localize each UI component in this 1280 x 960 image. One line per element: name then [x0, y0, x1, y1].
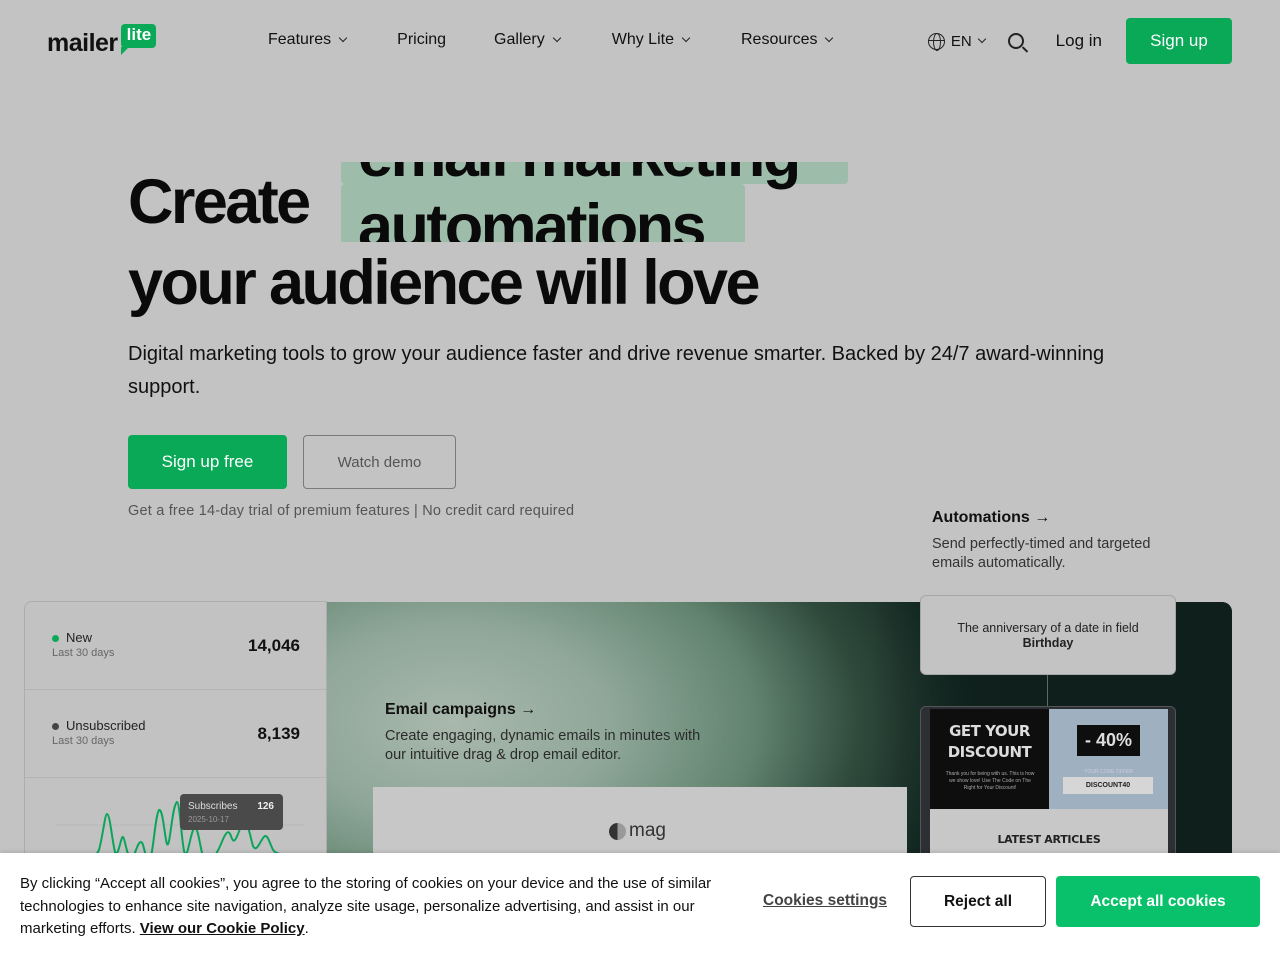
globe-icon [927, 32, 945, 51]
status-dot [52, 635, 59, 642]
top-navigation: mailer lite Features Pricing Gallery Why… [0, 0, 1280, 82]
menu-resources-label: Resources [740, 31, 818, 48]
automation-trigger-card: The anniversary of a date in field Birth… [920, 595, 1176, 675]
cookie-text: By clicking “Accept all cookies”, you ag… [20, 875, 712, 937]
discount-panel: GET YOUR DISCOUNT Thank you for being wi… [930, 709, 1049, 809]
tooltip-label: Subscribes [188, 801, 238, 812]
chevron-down-icon [977, 34, 986, 44]
login-link[interactable]: Log in [1056, 31, 1102, 51]
tooltip-date: 2025-10-17 [188, 815, 229, 824]
automations-link[interactable]: Automations → [932, 509, 1050, 527]
stat-label: Unsubscribed [66, 718, 146, 733]
email-campaigns-description: Create engaging, dynamic emails in minut… [385, 728, 701, 763]
menu-why-lite-label: Why Lite [611, 31, 674, 48]
automation-connector [1047, 675, 1048, 707]
rotating-headline: email marketing automations [341, 162, 861, 242]
mag-logo: mag [609, 820, 666, 842]
nav-actions: EN Log in Sign up [927, 18, 1232, 64]
watch-demo-button[interactable]: Watch demo [303, 435, 456, 489]
automations-description: Send perfectly-timed and targeted emails… [932, 536, 1151, 571]
rotating-word: automations [358, 192, 707, 243]
logo-wordmark: mailer [47, 29, 118, 57]
search-icon[interactable] [1007, 33, 1024, 49]
stat-row-unsubscribed: Unsubscribed Last 30 days 8,139 [25, 690, 326, 778]
menu-resources[interactable]: Resources [740, 29, 834, 51]
headline-create: Create [128, 167, 311, 237]
trial-note: Get a free 14-day trial of premium featu… [128, 503, 575, 519]
stat-period: Last 30 days [52, 735, 115, 747]
menu-features[interactable]: Features [268, 29, 348, 51]
mailerlite-logo[interactable]: mailer lite [47, 20, 157, 60]
trigger-field: Birthday [1022, 636, 1074, 650]
cookie-policy-link[interactable]: View our Cookie Policy [140, 920, 305, 937]
stat-value: 8,139 [257, 724, 300, 743]
discount-percent: - 40% [1077, 725, 1140, 756]
headline-end: your audience will love [128, 248, 761, 318]
email-campaigns-link[interactable]: Email campaigns → [385, 701, 536, 719]
menu-gallery-label: Gallery [494, 31, 545, 48]
reject-all-button[interactable]: Reject all [910, 876, 1046, 927]
chevron-down-icon [552, 33, 561, 43]
language-label: EN [950, 32, 972, 50]
menu-features-label: Features [268, 31, 332, 48]
discount-headline: GET YOUR DISCOUNT [947, 722, 1032, 761]
stat-value: 14,046 [248, 636, 300, 655]
accept-all-cookies-button[interactable]: Accept all cookies [1056, 876, 1260, 927]
stat-row-new: New Last 30 days 14,046 [25, 602, 326, 690]
menu-why-lite[interactable]: Why Lite [611, 29, 691, 51]
signup-button[interactable]: Sign up [1126, 18, 1232, 64]
status-dot [52, 723, 59, 730]
code-label: YOUR CODE OFFER [1084, 769, 1133, 775]
discount-code: DISCOUNT40 [1063, 777, 1153, 794]
chevron-down-icon [338, 33, 348, 43]
logo-badge: lite [120, 24, 157, 55]
chart-tooltip: Subscribes 126 2025-10-17 [180, 794, 283, 830]
trigger-text: The anniversary of a date in field [957, 621, 1139, 635]
mag-logo-icon [609, 822, 626, 840]
hero-subtitle: Digital marketing tools to grow your aud… [128, 343, 1105, 398]
stat-period: Last 30 days [52, 647, 115, 659]
cookie-message: By clicking “Accept all cookies”, you ag… [20, 873, 740, 941]
cookie-period: . [304, 920, 309, 937]
cookie-banner: By clicking “Accept all cookies”, you ag… [0, 853, 1280, 960]
menu-pricing[interactable]: Pricing [397, 29, 446, 51]
tooltip-value: 126 [257, 801, 274, 812]
rotating-word-prev: email marketing [358, 162, 801, 187]
cookies-settings-link[interactable]: Cookies settings [763, 892, 887, 910]
language-selector[interactable]: EN [927, 32, 986, 51]
offer-panel: - 40% YOUR CODE OFFER DISCOUNT40 [1049, 709, 1168, 809]
menu-pricing-label: Pricing [397, 31, 447, 48]
chevron-down-icon [681, 33, 691, 43]
discount-fine-print: Thank you for being with us. This is how… [945, 771, 1035, 791]
mag-logo-text: mag [629, 820, 666, 841]
main-menu: Features Pricing Gallery Why Lite Resour… [268, 29, 834, 51]
signup-free-button[interactable]: Sign up free [128, 435, 287, 489]
menu-gallery[interactable]: Gallery [494, 29, 561, 51]
chevron-down-icon [825, 33, 834, 43]
stat-label: New [66, 630, 93, 645]
